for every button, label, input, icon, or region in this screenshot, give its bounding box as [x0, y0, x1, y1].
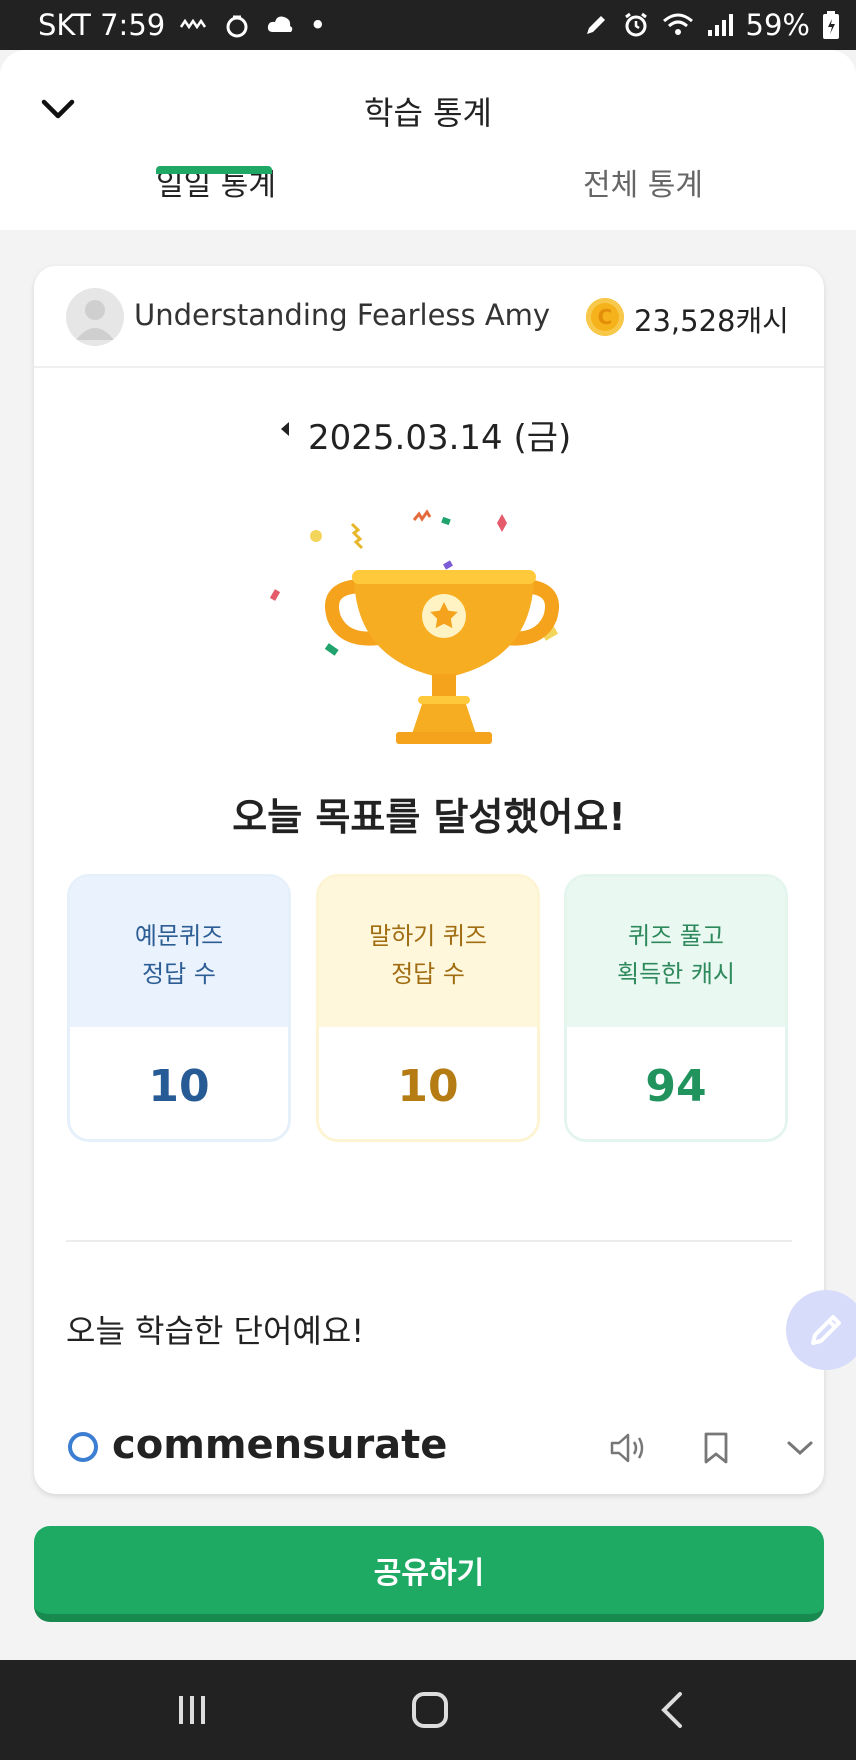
stat-value: 10 [319, 1027, 537, 1139]
stat-label-line: 획득한 캐시 [616, 960, 736, 988]
word-list-item[interactable]: commensurate [66, 1416, 813, 1476]
stat-label-line: 예문퀴즈 [134, 922, 224, 950]
back-icon [661, 1692, 682, 1728]
notification-icon [179, 15, 209, 35]
cash-balance: 23,528캐시 [634, 304, 789, 338]
goal-achieved-headline: 오늘 목표를 달성했어요! [232, 795, 626, 839]
stat-example-quiz: 예문퀴즈정답 수 10 [67, 874, 291, 1142]
carrier-time: SKT 7:59 [38, 8, 166, 42]
learned-words-title: 오늘 학습한 단어예요! [66, 1312, 365, 1350]
date-label: 2025.03.14 (금) [308, 418, 572, 458]
stat-value: 10 [70, 1027, 288, 1139]
tab-total-stats[interactable]: 전체 통계 [583, 160, 703, 230]
signal-icon [706, 12, 734, 38]
status-bar: SKT 7:59 • 59% [0, 0, 856, 50]
bookmark-button[interactable] [694, 1426, 738, 1470]
expand-word-button[interactable] [778, 1426, 822, 1470]
chevron-down-icon [787, 1441, 813, 1456]
recent-apps-button[interactable] [170, 1688, 214, 1732]
previous-date-button[interactable] [270, 414, 300, 444]
stat-label: 퀴즈 풀고획득한 캐시 [567, 877, 785, 1027]
stat-label: 예문퀴즈정답 수 [70, 877, 288, 1027]
bookmark-icon [704, 1432, 728, 1464]
profile-row: Understanding Fearless Amy C 23,528캐시 [34, 266, 824, 368]
home-button[interactable] [408, 1688, 452, 1732]
wifi-icon [662, 12, 694, 38]
home-icon [412, 1692, 448, 1728]
trophy-illustration [254, 506, 634, 746]
stat-label-line: 말하기 퀴즈 [368, 922, 488, 950]
battery-percent: 59% [745, 8, 810, 42]
system-nav-bar [0, 1660, 856, 1760]
stat-label-line: 퀴즈 풀고 [628, 922, 724, 950]
page-title: 학습 통계 [364, 94, 492, 132]
username: Understanding Fearless Amy [134, 298, 551, 332]
active-tab-indicator [156, 166, 272, 174]
share-button[interactable]: 공유하기 [34, 1526, 824, 1622]
trophy-icon [269, 509, 559, 744]
back-button[interactable] [650, 1688, 694, 1732]
battery-icon [822, 10, 840, 40]
stat-label-line: 정답 수 [391, 960, 465, 988]
status-dot: • [309, 8, 327, 42]
floating-edit-button[interactable] [786, 1290, 856, 1370]
divider [66, 1240, 792, 1242]
recent-apps-icon [179, 1696, 205, 1724]
stat-speaking-quiz: 말하기 퀴즈정답 수 10 [316, 874, 540, 1142]
tab-bar: 일일 통계 전체 통계 [0, 160, 856, 230]
word-text: commensurate [112, 1422, 448, 1468]
coin-icon: C [586, 298, 624, 336]
speaker-icon [610, 1433, 644, 1463]
stat-label: 말하기 퀴즈정답 수 [319, 877, 537, 1027]
header: 학습 통계 일일 통계 전체 통계 [0, 50, 856, 230]
stat-value: 94 [567, 1027, 785, 1139]
avatar [66, 288, 124, 346]
app-notification-icon [223, 11, 251, 39]
cloud-icon [265, 12, 295, 38]
daily-stats-card: Understanding Fearless Amy C 23,528캐시 20… [34, 266, 824, 1494]
alarm-icon [622, 11, 650, 39]
stat-earned-cash: 퀴즈 풀고획득한 캐시 94 [564, 874, 788, 1142]
pencil-icon [811, 1315, 841, 1345]
word-status-circle-icon [68, 1432, 98, 1462]
pen-icon [582, 11, 610, 39]
stat-label-line: 정답 수 [142, 960, 216, 988]
triangle-left-icon [281, 422, 289, 436]
pronounce-button[interactable] [606, 1426, 650, 1470]
date-selector: 2025.03.14 (금) [34, 406, 824, 458]
